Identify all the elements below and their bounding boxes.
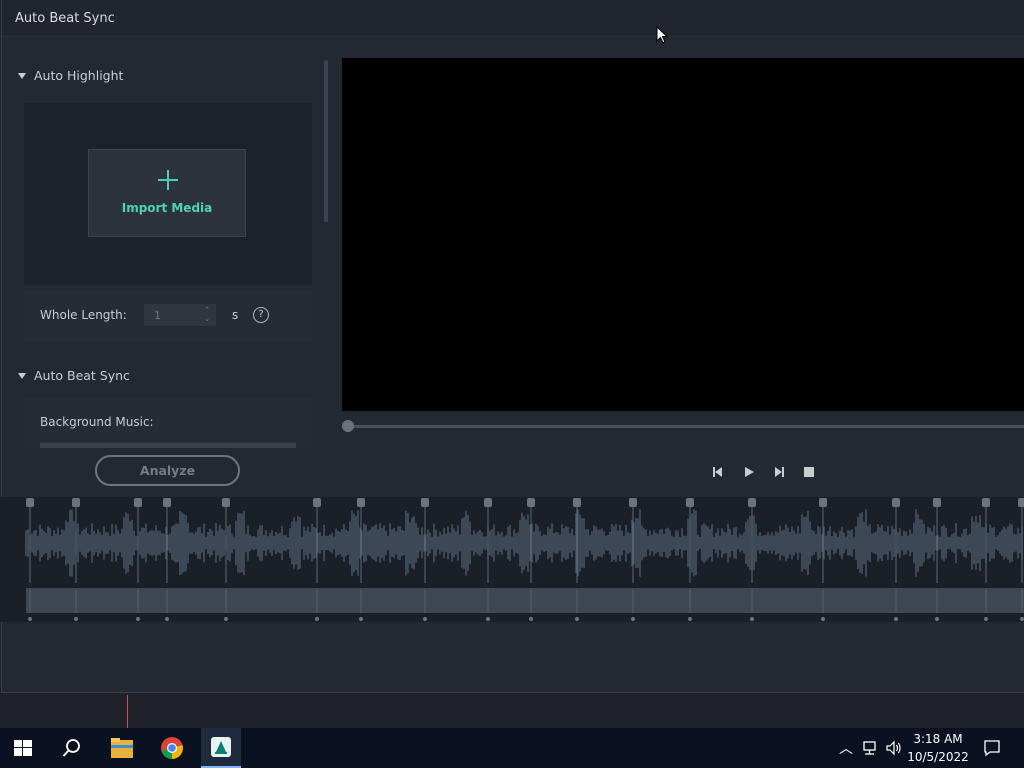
auto-beat-sync-label: Auto Beat Sync [34, 368, 130, 383]
auto-beat-sync-header[interactable]: Auto Beat Sync [18, 368, 130, 383]
mouse-cursor-icon [656, 26, 668, 44]
tray-chevron-up-icon[interactable]: ︿ [839, 738, 853, 758]
import-area: Import Media [24, 103, 312, 285]
import-media-label: Import Media [121, 201, 213, 215]
beat-marker[interactable] [892, 498, 900, 621]
background-music-select[interactable] [40, 443, 296, 448]
beat-marker[interactable] [357, 498, 365, 621]
collapse-triangle-icon [18, 372, 26, 379]
background-music-box: Background Music: [24, 398, 312, 448]
beat-marker[interactable] [629, 498, 637, 621]
collapse-triangle-icon [18, 72, 26, 79]
whole-length-label: Whole Length: [40, 308, 127, 322]
beat-marker[interactable] [982, 498, 990, 621]
beat-timeline[interactable] [0, 497, 1024, 622]
play-icon[interactable] [741, 464, 757, 480]
beat-marker[interactable] [819, 498, 827, 621]
search-icon[interactable] [62, 738, 82, 758]
beat-marker[interactable] [72, 498, 80, 621]
clock-time[interactable]: 3:18 AM [906, 732, 970, 746]
beat-marker[interactable] [134, 498, 142, 621]
next-frame-icon[interactable] [771, 464, 787, 480]
stop-icon[interactable] [801, 464, 817, 480]
beat-marker[interactable] [748, 498, 756, 621]
notifications-icon[interactable] [983, 739, 1001, 757]
filmora-taskbar-button[interactable] [201, 728, 241, 768]
auto-highlight-label: Auto Highlight [34, 68, 124, 83]
network-icon[interactable] [862, 740, 880, 756]
seconds-unit: s [232, 308, 239, 322]
clock-date[interactable]: 10/5/2022 [906, 750, 970, 764]
beat-marker[interactable] [1018, 498, 1024, 621]
analyze-button[interactable]: Analyze [95, 455, 240, 486]
left-panel-scrollbar[interactable] [324, 60, 328, 222]
beat-marker[interactable] [686, 498, 694, 621]
volume-icon[interactable] [885, 740, 903, 756]
whole-length-row: Whole Length: ⌃⌄ s ? [24, 290, 312, 342]
spinner-arrows-icon[interactable]: ⌃ ⌄ [202, 306, 212, 324]
beat-marker[interactable] [527, 498, 535, 621]
seek-handle[interactable] [342, 420, 354, 432]
seek-track[interactable] [346, 425, 1024, 428]
beat-marker[interactable] [222, 498, 230, 621]
help-icon[interactable]: ? [253, 307, 269, 323]
background-music-label: Background Music: [40, 415, 154, 429]
playhead[interactable] [127, 695, 128, 728]
beat-marker[interactable] [933, 498, 941, 621]
plus-icon [158, 170, 178, 190]
prev-frame-icon[interactable] [710, 464, 726, 480]
filmora-icon [211, 737, 231, 757]
beat-marker[interactable] [26, 498, 34, 621]
beat-marker[interactable] [573, 498, 581, 621]
beat-marker[interactable] [163, 498, 171, 621]
windows-start-icon[interactable] [14, 740, 32, 756]
file-explorer-icon[interactable] [110, 737, 134, 759]
window-title: Auto Beat Sync [15, 11, 115, 26]
video-preview [342, 58, 1024, 411]
beat-markers[interactable] [0, 497, 1024, 622]
beat-marker[interactable] [484, 498, 492, 621]
chrome-icon[interactable] [160, 736, 184, 760]
import-media-button[interactable]: Import Media [88, 149, 246, 237]
title-bar: Auto Beat Sync [2, 0, 1024, 37]
auto-highlight-header[interactable]: Auto Highlight [18, 68, 123, 83]
beat-marker[interactable] [421, 498, 429, 621]
beat-marker[interactable] [313, 498, 321, 621]
